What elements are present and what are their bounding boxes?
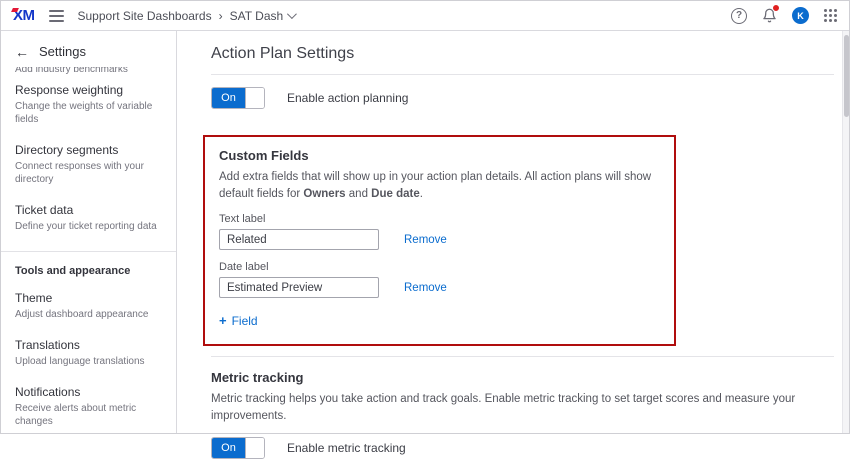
breadcrumb-dashboards[interactable]: Support Site Dashboards	[78, 9, 212, 23]
enable-action-planning-toggle[interactable]: On	[211, 87, 265, 109]
metric-tracking-description: Metric tracking helps you take action an…	[211, 391, 836, 424]
desc-bold-owners: Owners	[303, 188, 345, 200]
breadcrumb-current-label: SAT Dash	[230, 9, 284, 23]
metric-divider	[211, 356, 834, 357]
metric-tracking-row: On Enable metric tracking	[211, 437, 842, 459]
desc-text: .	[420, 188, 423, 200]
sidebar-item-desc: Change the weights of variable fields	[15, 100, 162, 126]
title-divider	[211, 74, 834, 75]
metric-tracking-label: Enable metric tracking	[287, 441, 406, 455]
xm-logo: XM	[13, 8, 35, 23]
remove-date-field-link[interactable]: Remove	[404, 282, 447, 294]
chevron-down-icon	[287, 9, 297, 19]
toggle-on-label: On	[212, 438, 245, 458]
text-label-input[interactable]	[219, 229, 379, 250]
scrollbar-thumb[interactable]	[844, 35, 849, 117]
sidebar-item-response-weighting[interactable]: Response weighting Change the weights of…	[1, 75, 176, 135]
sidebar-item-label: Notifications	[15, 385, 162, 400]
sidebar-item-desc: Adjust dashboard appearance	[15, 308, 162, 321]
custom-fields-description: Add extra fields that will show up in yo…	[219, 169, 657, 202]
date-label-input[interactable]	[219, 277, 379, 298]
date-field-row: Remove	[219, 277, 658, 298]
metric-tracking-title: Metric tracking	[211, 370, 842, 385]
apps-grid-icon[interactable]	[824, 9, 837, 22]
scrollbar-track[interactable]	[842, 31, 849, 433]
sidebar-item-label: Theme	[15, 291, 162, 306]
sidebar-item-label: Directory segments	[15, 143, 162, 158]
sidebar-item-label: Response weighting	[15, 83, 162, 98]
add-field-label: Field	[232, 314, 258, 328]
desc-text: Add extra fields that will show up in yo…	[219, 171, 651, 200]
help-icon[interactable]: ?	[731, 8, 747, 24]
topbar-right-icons: ? K	[731, 7, 837, 24]
settings-label: Settings	[39, 44, 86, 59]
sidebar-item-partial-label: Add industry benchmarks	[15, 67, 162, 75]
sidebar-item-ticket-data[interactable]: Ticket data Define your ticket reporting…	[1, 195, 176, 242]
page-title: Action Plan Settings	[211, 45, 842, 63]
metric-tracking-section: Metric tracking Metric tracking helps yo…	[211, 356, 842, 458]
hamburger-menu-icon[interactable]	[49, 10, 64, 22]
sidebar-item-notifications[interactable]: Notifications Receive alerts about metri…	[1, 377, 176, 433]
notifications-bell[interactable]	[762, 8, 777, 23]
sidebar-item-desc: Receive alerts about metric changes	[15, 402, 162, 428]
notification-badge	[772, 4, 780, 12]
sidebar-item-theme[interactable]: Theme Adjust dashboard appearance	[1, 283, 176, 330]
custom-fields-annotation-box: Custom Fields Add extra fields that will…	[203, 135, 676, 346]
date-label-caption: Date label	[219, 261, 658, 273]
action-planning-label: Enable action planning	[287, 91, 408, 105]
sidebar-item-label: Ticket data	[15, 203, 162, 218]
breadcrumb-separator: ›	[219, 9, 223, 23]
toggle-on-label: On	[212, 88, 245, 108]
user-avatar[interactable]: K	[792, 7, 809, 24]
toggle-knob	[245, 88, 264, 108]
sidebar-item-desc: Define your ticket reporting data	[15, 220, 162, 233]
custom-fields-title: Custom Fields	[219, 148, 658, 163]
plus-icon: +	[219, 313, 227, 328]
sidebar-item-translations[interactable]: Translations Upload language translation…	[1, 330, 176, 377]
breadcrumb: Support Site Dashboards › SAT Dash	[78, 9, 295, 23]
action-planning-row: On Enable action planning	[211, 87, 842, 109]
main-content: Action Plan Settings On Enable action pl…	[178, 31, 842, 433]
back-arrow-icon: ←	[15, 45, 29, 59]
sidebar-section-header: Tools and appearance	[1, 252, 176, 283]
text-field-row: Remove	[219, 229, 658, 250]
add-field-button[interactable]: + Field	[219, 313, 258, 328]
desc-text: and	[346, 188, 372, 200]
back-to-settings[interactable]: ← Settings	[1, 31, 176, 67]
settings-sidebar: ← Settings Add industry benchmarks Respo…	[1, 31, 177, 433]
sidebar-item-desc: Connect responses with your directory	[15, 160, 162, 186]
topbar: XM Support Site Dashboards › SAT Dash ? …	[1, 1, 849, 31]
sidebar-item-partial[interactable]: Add industry benchmarks	[1, 67, 176, 75]
breadcrumb-current-dashboard[interactable]: SAT Dash	[230, 9, 295, 23]
toggle-knob	[245, 438, 264, 458]
sidebar-item-desc: Upload language translations	[15, 355, 162, 368]
remove-text-field-link[interactable]: Remove	[404, 234, 447, 246]
text-label-caption: Text label	[219, 213, 658, 225]
sidebar-item-label: Translations	[15, 338, 162, 353]
enable-metric-tracking-toggle[interactable]: On	[211, 437, 265, 459]
sidebar-item-directory-segments[interactable]: Directory segments Connect responses wit…	[1, 135, 176, 195]
desc-bold-due-date: Due date	[371, 188, 420, 200]
